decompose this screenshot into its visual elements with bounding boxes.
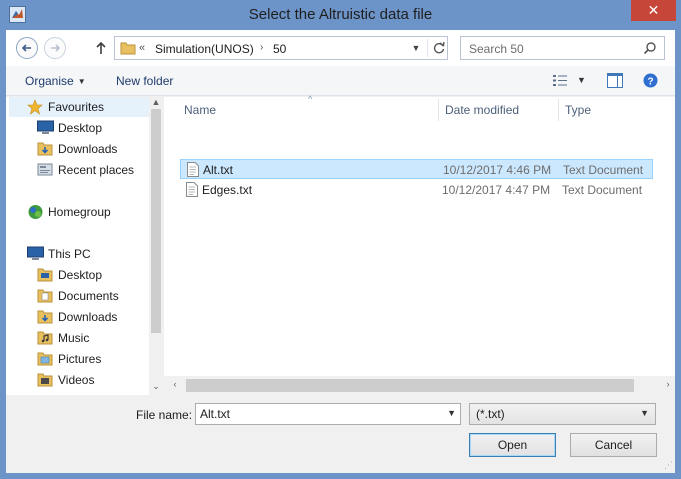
up-folder-button[interactable] xyxy=(94,40,108,56)
file-row-edges-txt[interactable]: Edges.txt 10/12/2017 4:47 PM Text Docume… xyxy=(180,180,653,200)
file-list: Name ^ Date modified Type Alt.txt 10/12/… xyxy=(164,94,675,395)
view-options-dropdown[interactable]: ▼ xyxy=(577,75,586,85)
title-bar[interactable]: Select the Altruistic data file ✕ xyxy=(0,0,681,30)
file-name-value: Alt.txt xyxy=(200,407,231,421)
navigation-pane-scroll-thumb[interactable] xyxy=(151,109,161,333)
homegroup-icon xyxy=(28,205,43,219)
file-type-select[interactable]: (*.txt) ▼ xyxy=(469,403,656,425)
close-button[interactable]: ✕ xyxy=(631,0,676,21)
text-file-icon xyxy=(187,162,199,177)
navigation-pane-scrollbar[interactable]: ▲ ⌄ xyxy=(149,97,163,395)
cancel-button[interactable]: Cancel xyxy=(570,433,657,457)
scroll-left-arrow-icon[interactable]: ‹ xyxy=(168,379,182,389)
forward-arrow-icon xyxy=(51,44,61,52)
breadcrumb-separator-icon[interactable]: › xyxy=(260,42,263,53)
text-file-icon xyxy=(186,182,198,197)
back-arrow-icon xyxy=(21,44,31,52)
desktop-folder-icon xyxy=(37,268,53,282)
file-list-horizontal-scrollbar[interactable]: ‹ › xyxy=(164,376,675,395)
navigation-pane: Favourites Desktop Downloads Recent plac… xyxy=(6,97,163,395)
column-header-date-modified[interactable]: Date modified xyxy=(445,97,519,123)
column-header-type[interactable]: Type xyxy=(565,97,591,123)
music-folder-icon xyxy=(37,331,53,345)
nav-favourites[interactable]: Favourites xyxy=(9,97,149,117)
horizontal-scroll-thumb[interactable] xyxy=(186,379,634,392)
documents-folder-icon xyxy=(37,289,53,303)
desktop-icon xyxy=(37,120,54,134)
open-button[interactable]: Open xyxy=(469,433,556,457)
new-folder-button[interactable]: New folder xyxy=(116,74,173,88)
scroll-right-arrow-icon[interactable]: › xyxy=(661,379,675,389)
refresh-button[interactable] xyxy=(427,39,447,57)
forward-button[interactable] xyxy=(44,37,66,59)
chevron-down-icon: ▼ xyxy=(77,77,86,86)
search-box[interactable]: Search 50 xyxy=(460,36,665,60)
search-icon[interactable] xyxy=(643,41,657,55)
folder-icon xyxy=(120,42,136,55)
scroll-down-arrow-icon[interactable]: ⌄ xyxy=(149,381,163,392)
file-open-dialog: Select the Altruistic data file ✕ « Simu… xyxy=(0,0,681,479)
up-arrow-icon xyxy=(96,41,106,54)
star-icon xyxy=(27,99,43,115)
downloads-folder-icon xyxy=(37,142,53,156)
preview-pane-icon[interactable] xyxy=(607,73,623,88)
sort-ascending-icon: ^ xyxy=(308,94,313,104)
view-details-icon[interactable] xyxy=(552,74,568,87)
videos-folder-icon xyxy=(37,373,53,387)
column-header-name[interactable]: Name xyxy=(184,97,216,123)
column-divider[interactable] xyxy=(438,99,439,121)
command-toolbar: Organise ▼ New folder ▼ ? xyxy=(6,66,675,96)
navigation-bar: « Simulation(UNOS) › 50 ▼ Search 50 xyxy=(6,30,675,66)
file-name-label: File name: xyxy=(136,408,193,422)
address-bar[interactable]: « Simulation(UNOS) › 50 ▼ xyxy=(114,36,448,60)
address-overflow-chevron[interactable]: « xyxy=(139,42,145,54)
svg-text:?: ? xyxy=(647,77,653,88)
breadcrumb-50[interactable]: 50 xyxy=(273,42,286,56)
file-type-value: (*.txt) xyxy=(476,407,505,421)
file-name-input[interactable]: Alt.txt ▼ xyxy=(195,403,461,425)
pictures-folder-icon xyxy=(37,352,53,366)
dialog-client-area: « Simulation(UNOS) › 50 ▼ Search 50 Orga… xyxy=(6,30,675,473)
organise-menu[interactable]: Organise ▼ xyxy=(25,74,86,88)
resize-grip-icon[interactable]: ⋰ xyxy=(664,460,673,471)
help-icon[interactable]: ? xyxy=(643,73,658,88)
computer-icon xyxy=(27,246,44,260)
recent-places-icon xyxy=(37,163,53,176)
window-title: Select the Altruistic data file xyxy=(248,6,433,23)
column-divider[interactable] xyxy=(558,99,559,121)
address-history-dropdown[interactable]: ▼ xyxy=(409,40,423,56)
chevron-down-icon[interactable]: ▼ xyxy=(447,408,456,418)
scroll-up-arrow-icon[interactable]: ▲ xyxy=(149,97,163,107)
file-row-alt-txt[interactable]: Alt.txt 10/12/2017 4:46 PM Text Document xyxy=(180,159,653,179)
dialog-footer: File name: Alt.txt ▼ (*.txt) ▼ Open Canc… xyxy=(6,395,675,473)
chevron-down-icon[interactable]: ▼ xyxy=(640,408,649,418)
back-button[interactable] xyxy=(16,37,38,59)
downloads-folder-icon xyxy=(37,310,53,324)
breadcrumb-simulation[interactable]: Simulation(UNOS) xyxy=(155,42,254,56)
search-placeholder: Search 50 xyxy=(469,42,524,56)
refresh-icon xyxy=(433,41,445,54)
